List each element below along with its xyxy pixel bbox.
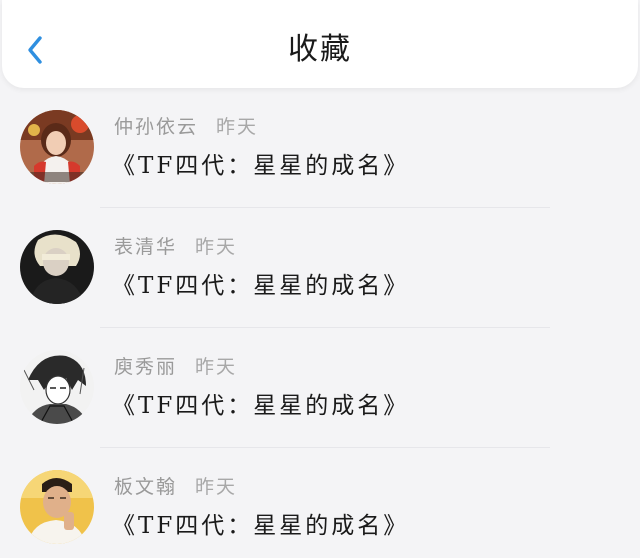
favorites-list: 仲孙依云昨天 《TF四代：星星的成名》 表清华昨天 《TF四代：星星的成名》	[0, 88, 640, 558]
author-name: 庾秀丽	[114, 356, 178, 378]
avatar[interactable]	[20, 470, 94, 544]
timestamp: 昨天	[195, 356, 238, 378]
avatar[interactable]	[20, 350, 94, 424]
page-title: 收藏	[288, 32, 352, 67]
avatar[interactable]	[20, 230, 94, 304]
list-item[interactable]: 庾秀丽 昨天 《TF四代：星星的成名》	[0, 328, 640, 448]
list-item[interactable]: 板文翰 昨天 《TF四代：星星的成名》	[0, 448, 640, 558]
book-title[interactable]: 《TF四代：星星的成名》	[112, 506, 409, 540]
timestamp: 昨天	[216, 116, 259, 138]
item-meta: 表清华 昨天	[114, 232, 237, 259]
top-bar: 收藏	[2, 0, 638, 88]
author-name: 表清华	[114, 236, 178, 258]
list-item[interactable]: 仲孙依云 昨天 《TF四代：星星的成名》	[0, 88, 640, 208]
book-title[interactable]: 《TF四代：星星的成名》	[112, 386, 409, 420]
list-item[interactable]: 表清华 昨天 《TF四代：星星的成名》	[0, 208, 640, 328]
favorites-page: 收藏 仲孙依云 昨天 《TF四代：星星的成名》 表清华 昨天 《TF四代：星星的…	[0, 0, 640, 558]
book-title[interactable]: 《TF四代：星星的成名》	[112, 146, 409, 180]
avatar[interactable]	[20, 110, 94, 184]
author-name: 板文翰	[114, 476, 178, 498]
author-name: 仲孙依云	[114, 116, 199, 138]
item-meta: 庾秀丽 昨天	[114, 352, 237, 379]
item-meta: 板文翰 昨天	[114, 472, 237, 499]
timestamp: 昨天	[195, 236, 238, 258]
item-meta: 仲孙依云 昨天	[114, 112, 258, 139]
timestamp: 昨天	[195, 476, 238, 498]
book-title[interactable]: 《TF四代：星星的成名》	[112, 266, 409, 300]
